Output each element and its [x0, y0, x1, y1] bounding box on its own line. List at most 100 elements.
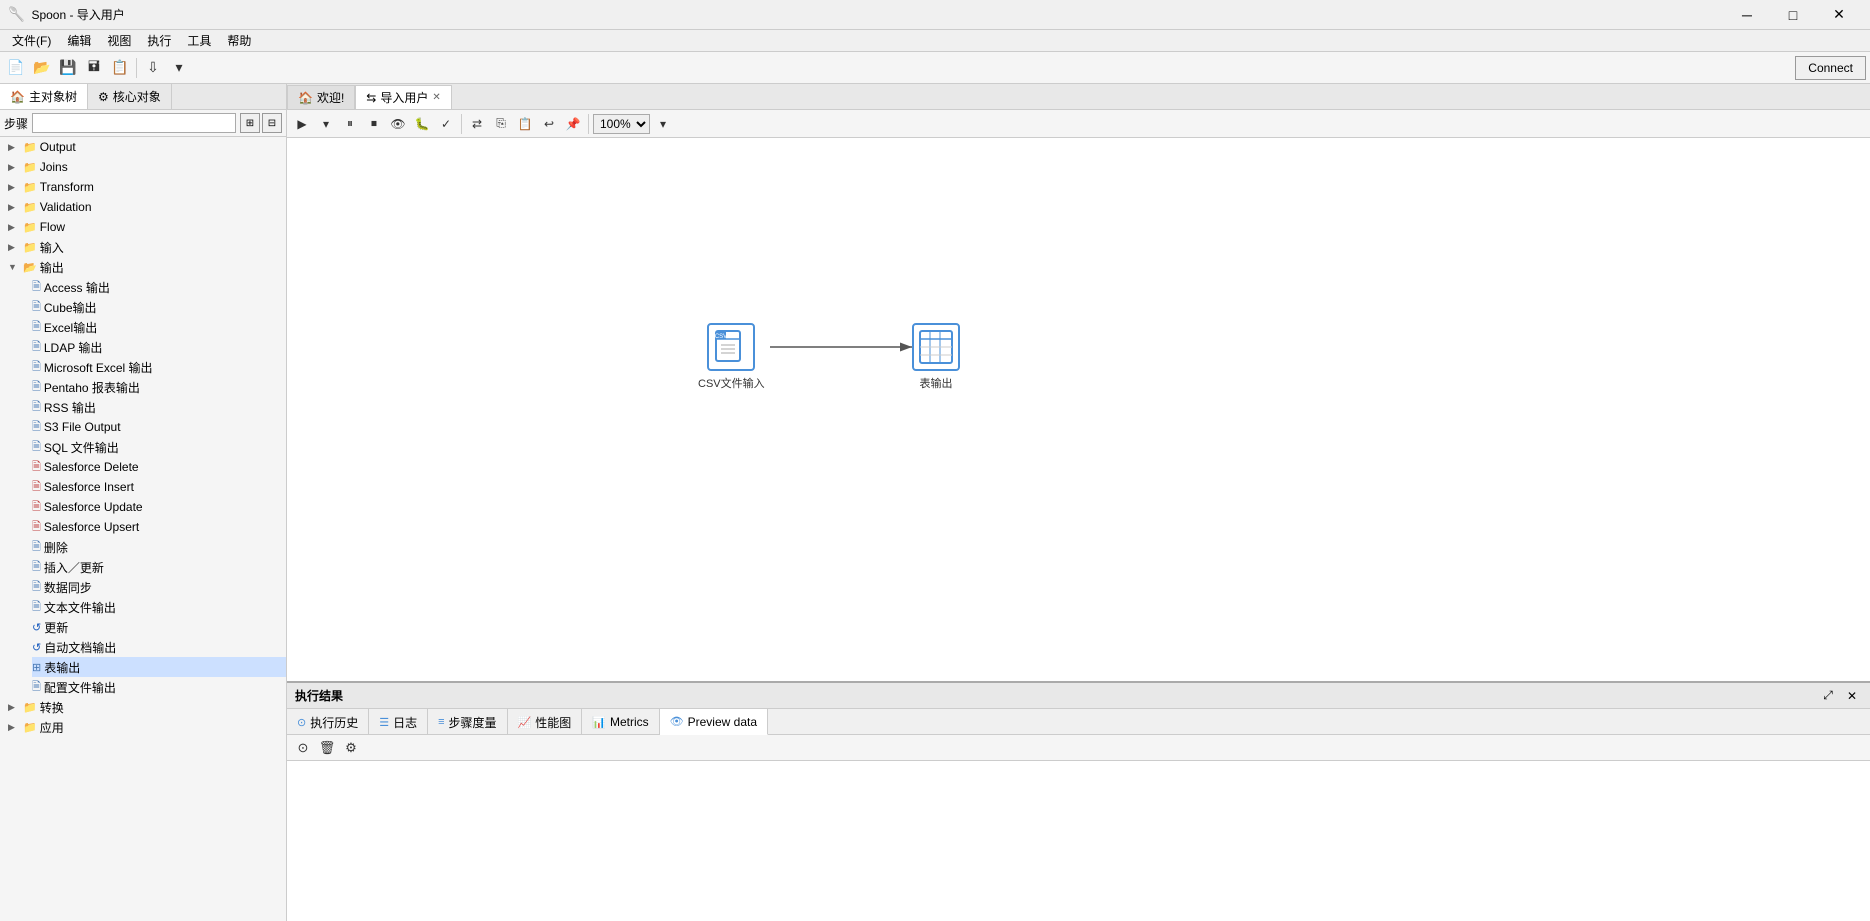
tree-item-output-cn[interactable]: ▼ 📂 输出 [0, 257, 286, 277]
child-excel[interactable]: 🗎 Excel输出 [32, 317, 286, 337]
node-table-output[interactable]: 表输出 [912, 323, 960, 391]
pause-btn[interactable]: ⏸ [339, 113, 361, 135]
explore-btn[interactable]: ⇩ [141, 56, 165, 80]
save-btn[interactable]: 💾 [56, 56, 80, 80]
action-clear-btn[interactable]: 🗑 [317, 738, 337, 758]
action-play-btn[interactable]: ⊙ [293, 738, 313, 758]
tab-exec-history[interactable]: ⊙ 执行历史 [287, 709, 369, 735]
child-delete[interactable]: 🗎 删除 [32, 537, 286, 557]
search-expand-btn[interactable]: ⊞ [240, 113, 260, 133]
tree-item-transform[interactable]: ▶ 📁 Transform [0, 177, 286, 197]
undo-btn[interactable]: ↩ [538, 113, 560, 135]
child-sfupsert[interactable]: 🗎 Salesforce Upsert [32, 517, 286, 537]
save-all-btn[interactable]: 📋 [108, 56, 132, 80]
preview-icon: 👁 [670, 715, 684, 728]
child-ldap[interactable]: 🗎 LDAP 输出 [32, 337, 286, 357]
tree-item-joins[interactable]: ▶ 📁 Joins [0, 157, 286, 177]
new-btn[interactable]: 📄 [4, 56, 28, 80]
child-auto-doc[interactable]: ↺ 自动文档输出 [32, 637, 286, 657]
child-sql[interactable]: 🗎 SQL 文件输出 [32, 437, 286, 457]
child-label: Salesforce Update [44, 500, 143, 514]
menu-tools[interactable]: 工具 [179, 30, 219, 51]
tree-item-flow[interactable]: ▶ 📁 Flow [0, 217, 286, 237]
connect-button[interactable]: Connect [1795, 56, 1866, 80]
redo-btn[interactable]: 📌 [562, 113, 584, 135]
file-icon: 🗎 [32, 578, 41, 597]
tree-item-input[interactable]: ▶ 📁 输入 [0, 237, 286, 257]
folder-icon: 📁 [23, 161, 37, 174]
child-data-sync[interactable]: 🗎 数据同步 [32, 577, 286, 597]
menu-view[interactable]: 视图 [99, 30, 139, 51]
dropdown-btn[interactable]: ▾ [167, 56, 191, 80]
detach-button[interactable]: ⤢ [1818, 686, 1838, 706]
tab-core-objects[interactable]: ⚙ 核心对象 [88, 84, 172, 109]
copy-btn[interactable]: ⎘ [490, 113, 512, 135]
tree-item-app[interactable]: ▶ 📁 应用 [0, 717, 286, 737]
step-metrics-icon: ≡ [438, 716, 444, 728]
menu-help[interactable]: 帮助 [219, 30, 259, 51]
tab-close-icon[interactable]: ✕ [432, 92, 440, 103]
folder-icon: 📁 [23, 201, 37, 214]
child-sfinsert[interactable]: 🗎 Salesforce Insert [32, 477, 286, 497]
close-bottom-button[interactable]: ✕ [1842, 686, 1862, 706]
zoom-select[interactable]: 50% 75% 100% 125% 150% 200% [593, 114, 650, 134]
menu-execute[interactable]: 执行 [139, 30, 179, 51]
search-collapse-btn[interactable]: ⊟ [262, 113, 282, 133]
preview-btn[interactable]: 👁 [387, 113, 409, 135]
child-cube[interactable]: 🗎 Cube输出 [32, 297, 286, 317]
save-as-btn[interactable]: 🖬 [82, 56, 106, 80]
child-s3[interactable]: 🗎 S3 File Output [32, 417, 286, 437]
run-btn[interactable]: ▶ [291, 113, 313, 135]
tab-log[interactable]: ☰ 日志 [369, 709, 428, 735]
tab-import-user[interactable]: ⇆ 导入用户 ✕ [355, 85, 451, 109]
tab-step-metrics[interactable]: ≡ 步骤度量 [428, 709, 507, 735]
child-insert-update[interactable]: 🗎 插入／更新 [32, 557, 286, 577]
tab-metrics[interactable]: 📊 Metrics [582, 709, 659, 735]
menu-file[interactable]: 文件(F) [4, 30, 59, 51]
open-btn[interactable]: 📂 [30, 56, 54, 80]
child-sfupdate[interactable]: 🗎 Salesforce Update [32, 497, 286, 517]
child-table-output[interactable]: ⊞ 表输出 [32, 657, 286, 677]
search-actions: ⊞ ⊟ [240, 113, 282, 133]
canvas-area[interactable]: CSV CSV文件输入 [287, 138, 1870, 681]
bottom-controls: ⤢ ✕ [1818, 686, 1862, 706]
paste-btn[interactable]: 📋 [514, 113, 536, 135]
node-csv-input[interactable]: CSV CSV文件输入 [698, 323, 765, 391]
run-dropdown-btn[interactable]: ▾ [315, 113, 337, 135]
import-icon: ⇆ [366, 91, 376, 105]
folder-icon: 📁 [23, 221, 37, 234]
tab-preview-data[interactable]: 👁 Preview data [660, 709, 768, 735]
tab-perf-chart[interactable]: 📈 性能图 [508, 709, 583, 735]
file-icon: 🗎 [32, 598, 41, 617]
zoom-dropdown-btn[interactable]: ▾ [652, 113, 674, 135]
child-label: LDAP 输出 [44, 339, 102, 356]
child-rss[interactable]: 🗎 RSS 输出 [32, 397, 286, 417]
close-button[interactable]: ✕ [1816, 0, 1862, 30]
child-config-output[interactable]: 🗎 配置文件输出 [32, 677, 286, 697]
child-text-output[interactable]: 🗎 文本文件输出 [32, 597, 286, 617]
align-btn[interactable]: ⇄ [466, 113, 488, 135]
child-access[interactable]: 🗎 Access 输出 [32, 277, 286, 297]
child-sfdelete[interactable]: 🗎 Salesforce Delete [32, 457, 286, 477]
tree-container[interactable]: ▶ 📁 Output ▶ 📁 Joins ▶ 📁 Transform ▶ 📁 V… [0, 137, 286, 921]
tree-item-output[interactable]: ▶ 📁 Output [0, 137, 286, 157]
tab-main-objects[interactable]: 🏠 主对象树 [0, 84, 88, 109]
verify-btn[interactable]: ✓ [435, 113, 457, 135]
tree-item-transform-cn[interactable]: ▶ 📁 转换 [0, 697, 286, 717]
maximize-button[interactable]: □ [1770, 0, 1816, 30]
table-icon-svg [918, 329, 954, 365]
debug-btn[interactable]: 🐛 [411, 113, 433, 135]
action-settings-btn[interactable]: ⚙ [341, 738, 361, 758]
stop-btn[interactable]: ⏹ [363, 113, 385, 135]
welcome-icon: 🏠 [298, 91, 313, 105]
child-msexcel[interactable]: 🗎 Microsoft Excel 输出 [32, 357, 286, 377]
tab-welcome[interactable]: 🏠 欢迎! [287, 85, 355, 109]
tree-item-validation[interactable]: ▶ 📁 Validation [0, 197, 286, 217]
child-update[interactable]: ↺ 更新 [32, 617, 286, 637]
child-label: Access 输出 [44, 279, 110, 296]
search-input[interactable] [32, 113, 236, 133]
child-pentaho[interactable]: 🗎 Pentaho 报表输出 [32, 377, 286, 397]
right-panel: 🏠 欢迎! ⇆ 导入用户 ✕ ▶ ▾ ⏸ ⏹ 👁 🐛 ✓ ⇄ ⎘ 📋 ↩ 📌 [287, 84, 1870, 921]
minimize-button[interactable]: ─ [1724, 0, 1770, 30]
menu-edit[interactable]: 编辑 [59, 30, 99, 51]
